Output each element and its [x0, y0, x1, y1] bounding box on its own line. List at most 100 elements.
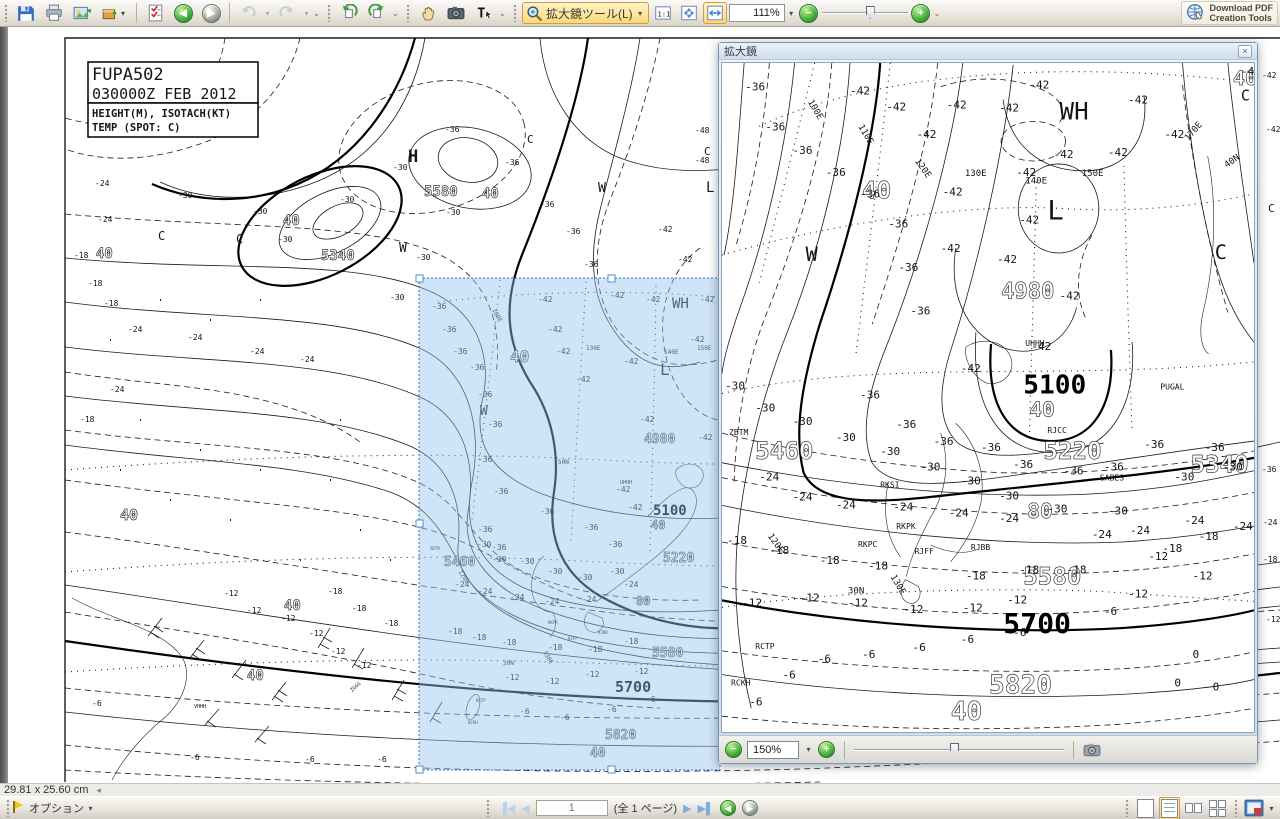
previous-page-button[interactable]: ◀	[521, 802, 529, 815]
toolbar-grip[interactable]	[406, 4, 411, 22]
toolbar-grip[interactable]	[513, 4, 518, 22]
page-number-input[interactable]: 1	[536, 800, 608, 816]
chevron-down-icon[interactable]: ▾	[263, 9, 272, 18]
print-button[interactable]	[41, 2, 67, 24]
map-label: -6	[912, 641, 925, 654]
magnifier-zoom-input[interactable]: 150%	[747, 741, 799, 759]
toolbar-overflow-icon[interactable]: ⌄	[392, 9, 402, 18]
page-layout-controls: ▾	[1123, 797, 1276, 819]
next-page-button[interactable]: ▶	[683, 802, 691, 815]
chevron-down-icon[interactable]: ▾	[86, 804, 95, 813]
collapse-arrow-icon[interactable]: ◂	[96, 785, 101, 796]
magnifier-zoom-out-icon[interactable]: −	[725, 741, 742, 758]
map-line	[722, 505, 1254, 543]
download-pdf-tools-button[interactable]: Download PDF Creation Tools	[1181, 1, 1279, 26]
magnifier-slider-track[interactable]	[854, 749, 1064, 751]
map-label: -36	[896, 418, 916, 431]
map-line	[20, 14, 31, 21]
map-label: -36	[860, 389, 880, 402]
continuous-page-button[interactable]	[1159, 797, 1180, 819]
zoom-out-button[interactable]: −	[798, 2, 820, 24]
hand-tool-button[interactable]	[415, 2, 441, 24]
last-page-button[interactable]: ▶▌	[698, 802, 714, 815]
upload-package-button[interactable]: ▾	[97, 2, 131, 24]
map-label: -12	[903, 603, 923, 616]
two-up-button[interactable]	[1183, 801, 1204, 815]
snapshot-camera-icon	[447, 4, 465, 22]
toolbar-overflow-icon[interactable]: ⌄	[934, 9, 944, 18]
magnifier-tool-button[interactable]: 拡大鏡ツール(L) ▾	[522, 2, 649, 24]
toolbar-grip[interactable]	[327, 4, 332, 22]
toolbar-overflow-icon[interactable]: ⌄	[499, 9, 509, 18]
fit-width-button[interactable]	[703, 2, 727, 24]
actual-size-button[interactable]: 1:1	[651, 2, 675, 24]
map-label: -30	[755, 401, 775, 414]
chevron-down-icon[interactable]: ▾	[804, 745, 813, 754]
magnifier-zoom-slider[interactable]	[854, 741, 1064, 759]
toolbar-grip[interactable]	[4, 4, 9, 22]
toolbar-overflow-icon[interactable]: ⌄	[313, 9, 323, 18]
download-line1: Download PDF	[1210, 3, 1274, 13]
chevron-down-icon[interactable]: ▾	[787, 9, 796, 18]
layout-grip[interactable]	[1125, 799, 1130, 817]
view-forward-icon[interactable]: ▶	[742, 800, 758, 816]
single-page-button[interactable]	[1135, 797, 1156, 819]
zoom-in-button[interactable]: +	[910, 2, 932, 24]
fit-width-icon	[706, 4, 724, 22]
chevron-down-icon[interactable]: ▾	[119, 9, 128, 18]
map-label: L	[1047, 196, 1063, 227]
map-label: -30	[793, 415, 813, 428]
go-forward-button[interactable]: ▶	[198, 2, 224, 24]
map-label: -6	[1104, 605, 1117, 618]
rotate-right-button[interactable]	[364, 2, 390, 24]
statusbar-grip[interactable]	[6, 799, 11, 817]
fit-page-button[interactable]	[677, 2, 701, 24]
first-page-button[interactable]: ▐◀	[499, 802, 515, 815]
nav-grip[interactable]	[486, 799, 491, 817]
view-back-icon[interactable]: ◀	[720, 800, 736, 816]
map-label: -30	[880, 445, 900, 458]
map-label: -36	[1104, 461, 1124, 474]
map-label: -24	[1233, 520, 1253, 533]
chevron-down-icon[interactable]: ▾	[1267, 804, 1276, 813]
magnifier-window[interactable]: 拡大鏡 ×	[718, 42, 1258, 764]
map-label: -30	[961, 475, 981, 488]
magnifier-viewport[interactable]: WHL40WCC40498051004054605220534080558057…	[721, 62, 1255, 733]
fullscreen-pdf-icon[interactable]	[1244, 799, 1264, 817]
zoom-slider-thumb[interactable]	[866, 6, 875, 19]
map-label: -30	[920, 461, 940, 474]
map-label: 0	[1193, 648, 1200, 661]
upload-package-icon	[101, 4, 119, 22]
map-line	[1089, 743, 1094, 746]
text-select-button[interactable]: T	[471, 2, 497, 24]
map-label: 40	[1029, 397, 1054, 421]
magnifier-zoom-in-icon[interactable]: +	[818, 741, 835, 758]
map-label: -24	[836, 498, 856, 511]
map-label: -18	[820, 554, 840, 567]
map-label: 0	[1213, 681, 1220, 694]
zoom-slider[interactable]	[822, 4, 908, 22]
save-icon	[17, 4, 35, 22]
layout-grip[interactable]	[1234, 799, 1239, 817]
map-label: -36	[765, 120, 785, 133]
save-button[interactable]	[13, 2, 39, 24]
chevron-down-icon[interactable]: ▾	[636, 9, 645, 18]
export-image-button[interactable]	[69, 2, 95, 24]
close-icon[interactable]: ×	[1238, 45, 1252, 58]
rotate-left-button[interactable]	[336, 2, 362, 24]
undo-button[interactable]	[235, 2, 261, 24]
magnifier-snapshot-icon[interactable]	[1083, 741, 1101, 759]
zoom-level-input[interactable]: 111%	[729, 4, 785, 22]
chevron-down-icon[interactable]: ▾	[302, 9, 311, 18]
zoom-slider-track[interactable]	[822, 12, 908, 14]
redo-button[interactable]	[274, 2, 300, 24]
hand-icon	[420, 5, 437, 22]
go-back-button[interactable]: ◀	[170, 2, 196, 24]
magnifier-titlebar[interactable]: 拡大鏡 ×	[719, 43, 1257, 60]
snapshot-button[interactable]	[443, 2, 469, 24]
magnifier-slider-thumb[interactable]	[950, 743, 959, 756]
map-label: -6	[782, 669, 795, 682]
map-label: -6	[749, 695, 762, 708]
review-checklist-button[interactable]	[142, 2, 168, 24]
two-up-continuous-button[interactable]	[1207, 798, 1229, 819]
